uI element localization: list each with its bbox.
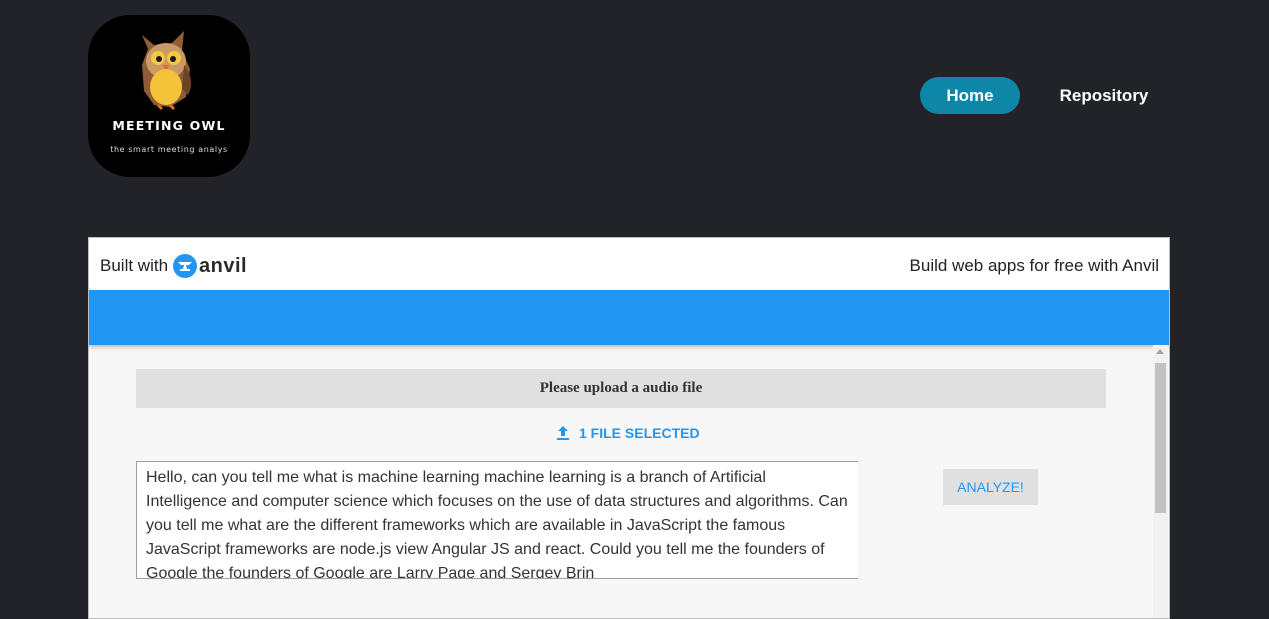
file-loader-button[interactable]: 1 FILE SELECTED (556, 425, 700, 441)
nav-repository-link[interactable]: Repository (1040, 77, 1168, 114)
anvil-brand-text: anvil (199, 254, 248, 277)
analyze-button[interactable]: ANALYZE! (943, 469, 1038, 505)
file-status-label: 1 FILE SELECTED (579, 425, 700, 441)
app-frame: Built with anvil Build web apps for free… (88, 237, 1170, 619)
scroll-up-arrow-icon[interactable] (1156, 349, 1164, 354)
anvil-banner: Built with anvil Build web apps for free… (89, 238, 1169, 290)
built-with-label: Built with (100, 256, 169, 275)
scroll-thumb[interactable] (1155, 363, 1166, 513)
upload-icon (557, 426, 569, 440)
main-content: Please upload a audio file 1 FILE SELECT… (89, 345, 1153, 618)
nav-home-button[interactable]: Home (920, 77, 1020, 114)
app-logo: MEETING OWL the smart meeting analys (88, 15, 250, 177)
transcript-textarea[interactable]: Hello, can you tell me what is machine l… (136, 461, 858, 579)
logo-tagline: the smart meeting analys (110, 145, 228, 154)
upload-heading: Please upload a audio file (136, 369, 1106, 408)
vertical-scrollbar[interactable] (1153, 345, 1168, 618)
built-with-anvil-link[interactable]: Built with anvil (100, 254, 247, 278)
anvil-logo-icon (173, 254, 198, 278)
logo-title: MEETING OWL (112, 118, 226, 133)
app-navbar (89, 290, 1169, 345)
owl-icon (142, 31, 192, 111)
build-free-link[interactable]: Build web apps for free with Anvil (910, 256, 1159, 276)
